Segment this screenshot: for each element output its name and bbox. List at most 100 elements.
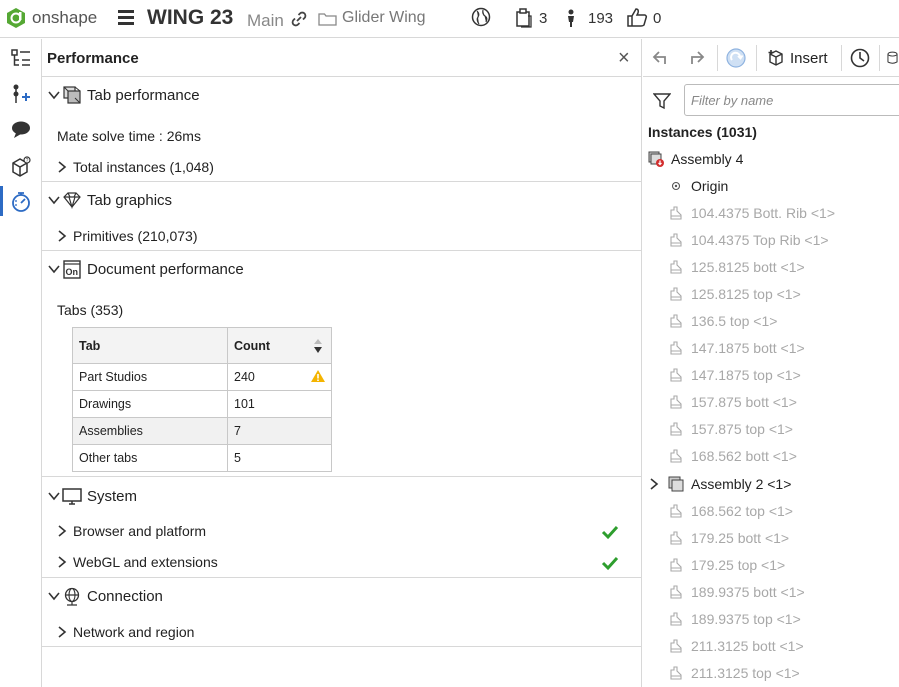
insert-icon[interactable] <box>765 47 787 69</box>
chevron-down-icon[interactable] <box>47 193 61 207</box>
tree-item-part[interactable]: 104.4375 Bott. Rib <1> <box>668 204 888 224</box>
branch-name[interactable]: Main <box>247 11 284 31</box>
chevron-right-icon[interactable] <box>57 229 67 243</box>
primitives-row[interactable]: Primitives (210,073) <box>57 228 357 246</box>
part-icon <box>670 531 682 545</box>
tree-item-part[interactable]: 211.3125 bott <1> <box>668 637 888 657</box>
document-performance-section-header[interactable]: On Document performance <box>42 256 642 284</box>
like-icon[interactable] <box>626 7 648 27</box>
tree-item-part[interactable]: 136.5 top <1> <box>668 312 888 332</box>
table-cell-tab: Part Studios <box>72 363 228 391</box>
tree-item-part[interactable]: 189.9375 bott <1> <box>668 583 888 603</box>
warning-icon <box>311 370 325 382</box>
tree-item-origin[interactable]: Origin <box>670 177 890 197</box>
browser-platform-row[interactable]: Browser and platform <box>57 523 357 541</box>
chevron-right-icon[interactable] <box>57 625 67 639</box>
total-instances-row[interactable]: Total instances (1,048) <box>57 159 357 177</box>
total-instances-label: Total instances (1,048) <box>73 159 214 175</box>
table-cell-tab: Assemblies <box>72 417 228 445</box>
tree-item-part[interactable]: 168.562 top <1> <box>668 502 888 522</box>
browser-platform-label: Browser and platform <box>73 523 207 539</box>
table-cell-count: 101 <box>227 390 332 418</box>
tab-performance-section-header[interactable]: Tab performance <box>42 82 642 110</box>
tree-item-part[interactable]: 125.8125 bott <1> <box>668 258 888 278</box>
onshape-logo-icon[interactable] <box>5 7 27 29</box>
chevron-right-icon[interactable] <box>57 160 67 174</box>
tree-item-part[interactable]: 157.875 top <1> <box>668 420 888 440</box>
chevron-down-icon[interactable] <box>47 262 61 276</box>
part-icon <box>670 395 682 409</box>
divider <box>42 476 642 477</box>
tree-item-part[interactable]: 157.875 bott <1> <box>668 393 888 413</box>
redo-icon[interactable] <box>686 47 708 69</box>
sync-icon[interactable] <box>725 47 747 69</box>
variables-icon[interactable] <box>8 81 34 107</box>
tree-item-part[interactable]: 211.3125 top <1> <box>668 664 888 684</box>
tree-item-label: 147.1875 top <1> <box>691 367 801 383</box>
document-title[interactable]: WING 23 <box>147 6 233 30</box>
tree-item-label: 179.25 top <1> <box>691 557 786 573</box>
tree-item-part[interactable]: 104.4375 Top Rib <1> <box>668 231 888 251</box>
comments-icon[interactable] <box>8 117 34 143</box>
parts-icon[interactable] <box>886 47 899 69</box>
tab-graphics-section-header[interactable]: Tab graphics <box>42 187 642 215</box>
svg-text:?: ? <box>26 158 29 164</box>
brand-name: onshape <box>32 8 98 27</box>
filter-by-name-input[interactable] <box>684 84 899 116</box>
network-region-row[interactable]: Network and region <box>57 624 357 642</box>
part-icon <box>670 314 682 328</box>
chevron-right-icon[interactable] <box>57 555 67 569</box>
versions-icon[interactable] <box>514 8 534 28</box>
tree-item-part[interactable]: 168.562 bott <1> <box>668 447 888 467</box>
chevron-down-icon[interactable] <box>47 589 61 603</box>
tree-item-label: 179.25 bott <1> <box>691 530 790 546</box>
hamburger-menu-icon[interactable] <box>118 10 134 26</box>
sort-indicator-icon[interactable] <box>312 337 324 355</box>
performance-icon[interactable] <box>8 189 34 215</box>
top-bar: onshape WING 23 Main Glider Wing 3 193 0 <box>0 0 899 38</box>
tree-item-part[interactable]: 125.8125 top <1> <box>668 285 888 305</box>
folder-name[interactable]: Glider Wing <box>342 9 426 27</box>
link-icon[interactable] <box>290 10 308 28</box>
feature-list-icon[interactable] <box>8 45 34 71</box>
history-icon[interactable] <box>849 47 871 69</box>
tree-item-label: 189.9375 top <1> <box>691 611 801 627</box>
toolbar-separator <box>717 45 718 71</box>
followers-icon[interactable] <box>566 8 576 28</box>
chevron-right-icon[interactable] <box>57 524 67 538</box>
part-icon <box>670 206 682 220</box>
table-cell-tab: Drawings <box>72 390 228 418</box>
instances-heading: Instances (1031) <box>648 124 757 140</box>
system-section-header[interactable]: System <box>42 483 642 511</box>
tree-item-assembly-2[interactable]: Assembly 2 <1> <box>668 475 888 495</box>
tree-item-part[interactable]: 179.25 bott <1> <box>668 529 888 549</box>
check-icon <box>601 525 619 540</box>
tree-item-part[interactable]: 147.1875 top <1> <box>668 366 888 386</box>
mate-solve-time: Mate solve time : 26ms <box>57 128 201 144</box>
webgl-extensions-row[interactable]: WebGL and extensions <box>57 554 357 572</box>
active-indicator <box>0 186 3 216</box>
column-header-tab[interactable]: Tab <box>72 327 228 364</box>
tree-item-label: 168.562 top <1> <box>691 503 793 519</box>
chevron-right-icon[interactable] <box>649 477 659 491</box>
app-store-icon[interactable]: ? <box>8 153 34 179</box>
part-icon <box>670 504 682 518</box>
tree-item-part[interactable]: 147.1875 bott <1> <box>668 339 888 359</box>
filter-icon[interactable] <box>653 92 671 110</box>
tree-item-assembly-4[interactable]: Assembly 4 <box>648 150 888 170</box>
tree-item-part[interactable]: 189.9375 top <1> <box>668 610 888 630</box>
tab-graphics-heading: Tab graphics <box>87 192 173 209</box>
table-cell-count: 7 <box>227 417 332 445</box>
chevron-down-icon[interactable] <box>47 489 61 503</box>
left-rail: ? <box>0 39 42 687</box>
globe-icon[interactable] <box>471 7 491 27</box>
close-icon[interactable]: × <box>618 48 630 68</box>
connection-section-header[interactable]: Connection <box>42 583 642 611</box>
tree-item-label: Assembly 2 <1> <box>691 476 792 492</box>
chevron-down-icon[interactable] <box>47 88 61 102</box>
undo-icon[interactable] <box>649 47 671 69</box>
tree-item-label: 147.1875 bott <1> <box>691 340 805 356</box>
tree-item-label: 211.3125 bott <1> <box>691 638 804 654</box>
tree-item-part[interactable]: 179.25 top <1> <box>668 556 888 576</box>
insert-button-label[interactable]: Insert <box>790 50 828 67</box>
